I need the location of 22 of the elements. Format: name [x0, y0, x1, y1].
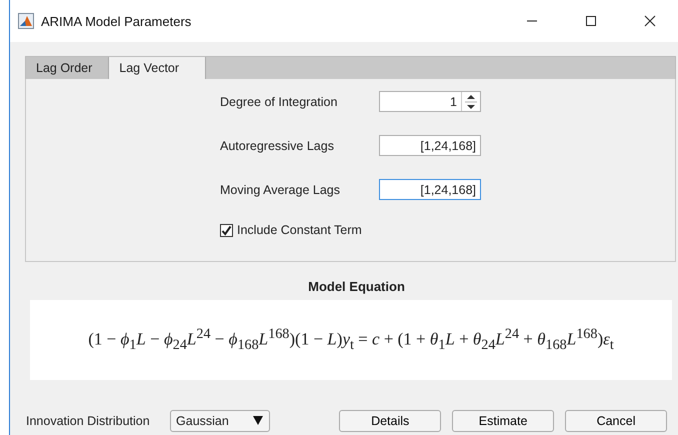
input-field[interactable]: 1: [379, 91, 481, 112]
field-label: Innovation Distribution: [26, 414, 151, 428]
dialog-button[interactable]: Details: [339, 410, 442, 432]
section-heading: Model Equation: [307, 279, 406, 294]
spinner-arrows-icon[interactable]: [461, 92, 480, 111]
checkbox[interactable]: [220, 224, 233, 236]
field-label: Autoregressive Lags: [220, 138, 335, 152]
tab[interactable]: Lag Order: [26, 57, 110, 79]
checkbox-label: Include Constant Term: [237, 223, 362, 237]
model-equation: (1 − ϕ$_{1}$L − ϕ$_{24}$L$^{24}$ − ϕ$_{168}$L$^{168}$)(1 − L)y$_{t}$ = c + (1 + θ$_{1}$L + θ$_{24}$L$^{24}$ + θ$_{168}$L$^{168}$)ε$_{t}$: [88, 326, 614, 354]
dialog-button[interactable]: Estimate: [452, 410, 554, 432]
input-field[interactable]: [1,24,168]: [379, 135, 481, 156]
dialog-button[interactable]: Cancel: [565, 410, 668, 432]
window-title: ARIMA Model Parameters: [41, 14, 192, 28]
app-logo-icon: [18, 13, 34, 29]
distribution-dropdown[interactable]: Gaussian: [170, 410, 270, 432]
maximize-icon[interactable]: [585, 15, 597, 27]
input-field[interactable]: [1,24,168]: [379, 179, 481, 200]
close-icon[interactable]: [644, 15, 656, 27]
field-label: Degree of Integration: [220, 94, 338, 108]
field-label: Moving Average Lags: [220, 182, 341, 196]
tab[interactable]: Lag Vector: [109, 57, 206, 79]
